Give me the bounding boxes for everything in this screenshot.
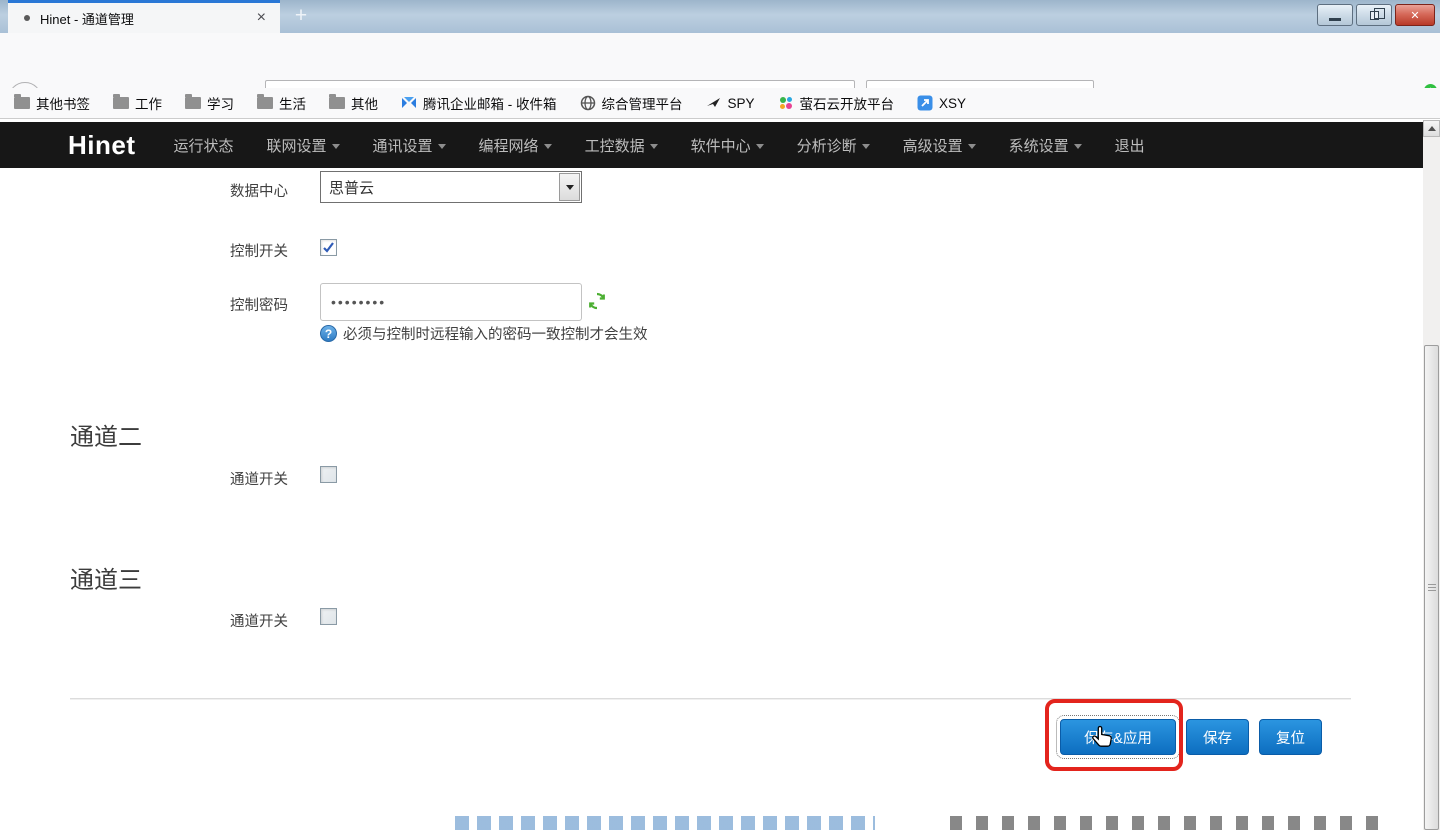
tab-active[interactable]: Hinet - 通道管理 × [8, 0, 280, 33]
channel3-switch-label: 通道开关 [230, 610, 288, 631]
menu-item-diagnosis[interactable]: 分析诊断 [797, 135, 870, 156]
window-controls: ✕ [1317, 4, 1435, 26]
chevron-down-icon [438, 144, 446, 149]
menu-item-system[interactable]: 系统设置 [1009, 135, 1082, 156]
menu-item-advanced[interactable]: 高级设置 [903, 135, 976, 156]
section-title-channel3: 通道三 [70, 560, 142, 595]
menu-item-industrial-data[interactable]: 工控数据 [585, 135, 658, 156]
menu-item-comm[interactable]: 通讯设置 [373, 135, 446, 156]
page-viewport: Hinet 运行状态 联网设置 通讯设置 编程网络 工控数据 软件中心 分析诊断… [0, 120, 1423, 830]
menu-item-logout[interactable]: 退出 [1115, 135, 1145, 156]
menu-item-network[interactable]: 联网设置 [267, 135, 340, 156]
chevron-down-icon [968, 144, 976, 149]
page-scrollbar[interactable] [1423, 120, 1440, 830]
blue-arrow-icon [917, 95, 933, 111]
bookmark-mgmt-platform[interactable]: 综合管理平台 [580, 93, 683, 113]
site-menu: 运行状态 联网设置 通讯设置 编程网络 工控数据 软件中心 分析诊断 高级设置 … [174, 135, 1145, 156]
menu-item-status[interactable]: 运行状态 [174, 135, 234, 156]
control-password-input[interactable] [320, 283, 582, 321]
bookmark-spy[interactable]: SPY [706, 95, 755, 111]
site-nav: Hinet 运行状态 联网设置 通讯设置 编程网络 工控数据 软件中心 分析诊断… [0, 122, 1423, 168]
help-question-icon: ? [320, 325, 337, 342]
bookmark-tencent-mail[interactable]: 腾讯企业邮箱 - 收件箱 [401, 93, 557, 113]
datacenter-value: 思普云 [321, 177, 558, 198]
bookmark-xsy[interactable]: XSY [917, 95, 966, 111]
chevron-down-icon [650, 144, 658, 149]
browser-toolbar: ← → ✕ 192.168.9.99/cgi-bin/luci/;stok=48… [0, 33, 1440, 88]
scrollbar-grip [1428, 584, 1436, 593]
globe-icon [580, 95, 596, 111]
scrollbar-thumb[interactable] [1424, 345, 1439, 830]
minimize-icon [1329, 18, 1341, 21]
brand-logo: Hinet [68, 130, 136, 161]
folder-icon [185, 97, 201, 109]
folder-icon [329, 97, 345, 109]
chevron-down-icon [544, 144, 552, 149]
bookmark-folder-life[interactable]: 生活 [257, 93, 306, 113]
new-tab-button[interactable]: + [288, 4, 314, 30]
chevron-down-icon [862, 144, 870, 149]
footer-clipped-text [455, 816, 875, 830]
tab-favicon-dot [24, 15, 30, 21]
hand-cursor-icon [1092, 725, 1114, 751]
color-dots-icon [778, 95, 794, 111]
control-switch-label: 控制开关 [230, 240, 288, 261]
bookmark-folder-other[interactable]: 其他书签 [14, 93, 90, 113]
datacenter-label: 数据中心 [230, 180, 288, 201]
checkmark-icon [322, 241, 335, 254]
chevron-down-icon [332, 144, 340, 149]
tencent-mail-icon [401, 95, 417, 111]
arrow-up-icon [1428, 126, 1436, 131]
password-help-text: 必须与控制时远程输入的密码一致控制才会生效 [343, 323, 648, 344]
bookmarks-bar: 其他书签 工作 学习 生活 其他 腾讯企业邮箱 - 收件箱 综合管理平台 SPY… [0, 88, 1440, 119]
datacenter-select[interactable]: 思普云 [320, 171, 582, 203]
titlebar: Hinet - 通道管理 × + ✕ [0, 0, 1440, 33]
menu-item-software[interactable]: 软件中心 [691, 135, 764, 156]
bookmark-folder-misc[interactable]: 其他 [329, 93, 378, 113]
plane-icon [706, 95, 722, 111]
close-button[interactable]: ✕ [1395, 4, 1435, 26]
bookmark-folder-study[interactable]: 学习 [185, 93, 234, 113]
save-button[interactable]: 保存 [1186, 719, 1249, 755]
restore-button[interactable] [1356, 4, 1392, 26]
control-password-label: 控制密码 [230, 294, 288, 315]
channel2-switch-checkbox[interactable] [320, 466, 337, 483]
channel3-switch-checkbox[interactable] [320, 608, 337, 625]
menu-item-programming[interactable]: 编程网络 [479, 135, 552, 156]
tab-title: Hinet - 通道管理 [40, 9, 253, 28]
footer-clipped-text [950, 816, 1390, 830]
channel2-switch-label: 通道开关 [230, 468, 288, 489]
bookmark-folder-work[interactable]: 工作 [113, 93, 162, 113]
password-help: ? 必须与控制时远程输入的密码一致控制才会生效 [320, 323, 648, 344]
chevron-down-icon [756, 144, 764, 149]
chevron-down-icon [566, 185, 574, 190]
folder-icon [113, 97, 129, 109]
restore-icon [1370, 11, 1379, 20]
minimize-button[interactable] [1317, 4, 1353, 26]
chevron-down-icon [1074, 144, 1082, 149]
refresh-icon[interactable] [588, 292, 606, 310]
folder-icon [14, 97, 30, 109]
tab-close-icon[interactable]: × [253, 9, 270, 27]
control-switch-checkbox[interactable] [320, 239, 337, 256]
bookmark-ezviz[interactable]: 萤石云开放平台 [778, 93, 895, 113]
scrollbar-up-button[interactable] [1423, 120, 1440, 137]
select-dropdown-button[interactable] [559, 173, 580, 201]
red-highlight-annotation [1045, 699, 1183, 771]
reset-button[interactable]: 复位 [1259, 719, 1322, 755]
folder-icon [257, 97, 273, 109]
section-title-channel2: 通道二 [70, 417, 142, 452]
